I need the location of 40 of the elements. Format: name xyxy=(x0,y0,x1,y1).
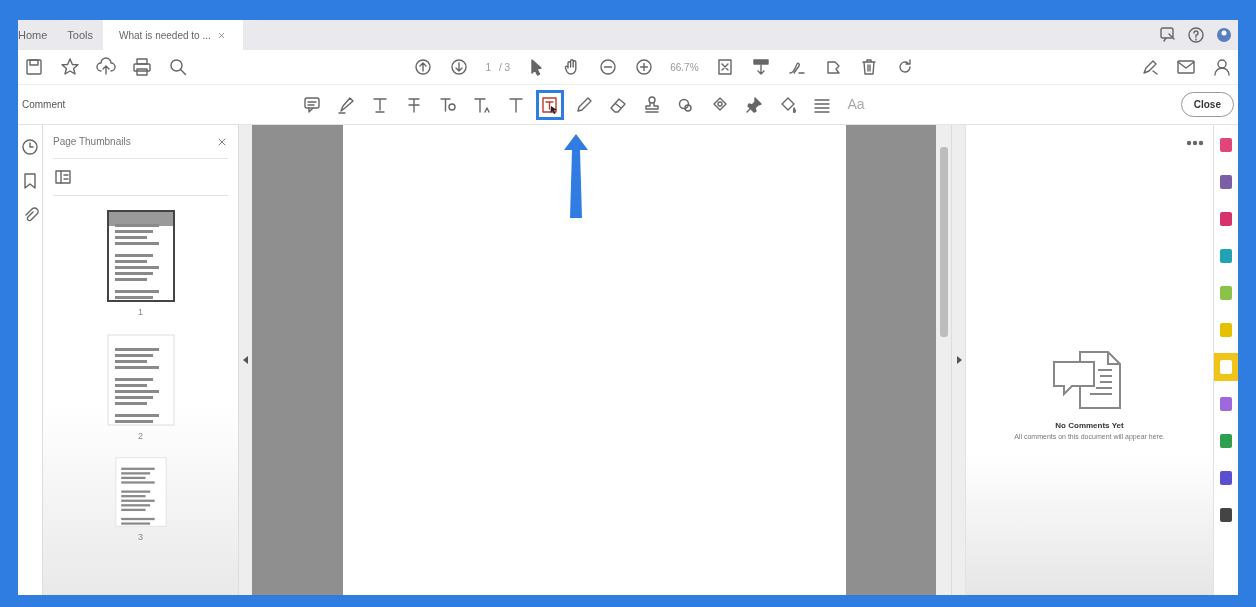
save-icon[interactable] xyxy=(24,57,44,77)
mail-icon[interactable] xyxy=(1176,57,1196,77)
history-icon[interactable] xyxy=(20,137,40,157)
text-box-icon xyxy=(540,94,560,115)
stamp-icon xyxy=(642,94,662,115)
scrollbar-thumb[interactable] xyxy=(939,147,948,337)
panel-title: Page Thumbnails xyxy=(53,135,131,149)
help-icon[interactable] xyxy=(1186,25,1206,45)
empty-state-title: No Comments Yet xyxy=(1055,420,1124,432)
close-button[interactable]: Close xyxy=(1180,92,1234,117)
document-tab[interactable]: What is needed to ... xyxy=(103,20,244,50)
page-label: 3 xyxy=(138,531,143,544)
star-icon[interactable] xyxy=(60,57,80,77)
tool-button[interactable] xyxy=(536,89,564,120)
menu-tab[interactable]: Tools xyxy=(57,20,104,50)
page-thumbnail[interactable] xyxy=(106,210,175,302)
upload-icon[interactable] xyxy=(96,57,116,77)
avatar-icon[interactable] xyxy=(1214,25,1234,45)
speech-bubble-icon xyxy=(302,94,322,115)
pin-icon xyxy=(744,94,764,115)
previous-page-icon[interactable] xyxy=(413,57,434,77)
scroll-mode-icon[interactable] xyxy=(750,57,771,77)
toolbar-title: Comment xyxy=(22,98,67,112)
expand-icon[interactable] xyxy=(955,356,962,364)
search-icon[interactable] xyxy=(168,57,188,77)
collapse-icon[interactable] xyxy=(242,356,249,364)
page-label: 1 xyxy=(138,306,143,319)
account-icon[interactable] xyxy=(1212,57,1232,77)
zoom-in-icon[interactable] xyxy=(634,57,655,77)
tab-close-icon[interactable] xyxy=(216,30,226,40)
tab-title: What is needed to ... xyxy=(119,28,211,43)
menu-tab[interactable]: Home xyxy=(18,20,58,50)
thumbnail-options-icon[interactable] xyxy=(53,167,73,187)
page-number-field[interactable]: 1 xyxy=(485,59,492,75)
print-icon[interactable] xyxy=(132,57,152,77)
zoom-field[interactable]: 66.7% xyxy=(670,59,699,75)
page-count: / 3 xyxy=(499,60,511,75)
next-page-icon[interactable] xyxy=(449,57,470,77)
page-label: 2 xyxy=(138,429,143,443)
zoom-out-icon[interactable] xyxy=(598,57,619,77)
